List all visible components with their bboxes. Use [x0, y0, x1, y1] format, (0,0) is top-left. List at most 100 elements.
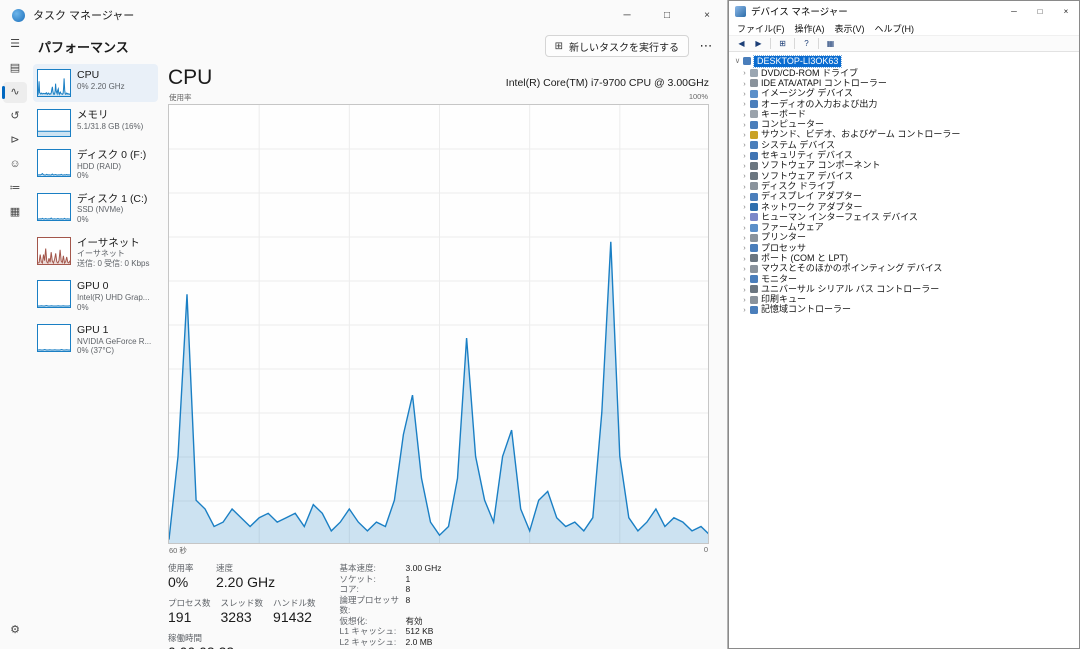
run-new-task-button[interactable]: ⊞ 新しいタスクを実行する [545, 35, 689, 57]
toolbar-scan-hardware-changes-button[interactable]: ▦ [823, 37, 838, 50]
chevron-right-icon[interactable]: › [740, 244, 749, 252]
menu-help[interactable]: ヘルプ(H) [870, 22, 920, 35]
sidebar-item-startup-apps[interactable]: ⊳ [3, 130, 27, 151]
chevron-right-icon[interactable]: › [740, 172, 749, 180]
stat-label: プロセス数 [168, 597, 211, 609]
chevron-right-icon[interactable]: › [740, 255, 749, 263]
maximize-button[interactable]: □ [647, 0, 687, 30]
chevron-right-icon[interactable]: › [740, 224, 749, 232]
sidebar-item-performance[interactable]: ∿ [3, 82, 27, 103]
device-item[interactable]: ›ディスプレイ アダプター [733, 192, 1079, 202]
chevron-right-icon[interactable]: › [740, 296, 749, 304]
device-item[interactable]: ›ファームウェア [733, 222, 1079, 232]
device-item-label: サウンド、ビデオ、およびゲーム コントローラー [761, 130, 960, 139]
sidebar-item-navigation-menu[interactable]: ☰ [3, 34, 27, 55]
app-history-icon: ↺ [10, 111, 19, 122]
chevron-right-icon[interactable]: › [740, 183, 749, 191]
device-tree-root[interactable]: ∨ DESKTOP-LI3OK63 [733, 55, 1079, 67]
cpu-detail-panel: CPU Intel(R) Core(TM) i7-9700 CPU @ 3.00… [160, 62, 727, 649]
perf-item-name: GPU 0 [77, 280, 149, 293]
menu-view[interactable]: 表示(V) [830, 22, 870, 35]
chevron-right-icon[interactable]: › [740, 162, 749, 170]
chevron-right-icon[interactable]: › [740, 214, 749, 222]
sidebar-item-details[interactable]: ≔ [3, 178, 27, 199]
sidebar-item-processes[interactable]: ▤ [3, 58, 27, 79]
device-item-label: IDE ATA/ATAPI コントローラー [761, 79, 887, 88]
chevron-right-icon[interactable]: › [740, 286, 749, 294]
ethernet-sparkline [37, 237, 71, 265]
toolbar-back-button[interactable]: ◀ [734, 37, 749, 50]
chevron-right-icon[interactable]: › [740, 69, 749, 77]
device-item[interactable]: ›キーボード [733, 109, 1079, 119]
device-item[interactable]: ›ソフトウェア コンポーネント [733, 161, 1079, 171]
chevron-down-icon[interactable]: ∨ [733, 57, 742, 65]
disk-1-sparkline [37, 193, 71, 221]
device-item[interactable]: ›ネットワーク アダプター [733, 202, 1079, 212]
device-item[interactable]: ›モニター [733, 274, 1079, 284]
spec-value: 8 [406, 585, 411, 595]
device-item[interactable]: › サウンド、ビデオ、およびゲーム コントローラー [733, 130, 1079, 140]
chevron-right-icon[interactable]: › [740, 90, 749, 98]
chevron-right-icon[interactable]: › [740, 152, 749, 160]
toolbar-separator [818, 38, 819, 49]
perf-item-disk-0[interactable]: ディスク 0 (F:)HDD (RAID)0% [33, 144, 158, 186]
chevron-right-icon[interactable]: › [740, 131, 749, 139]
device-item[interactable]: ›イメージング デバイス [733, 89, 1079, 99]
perf-item-ethernet[interactable]: イーサネットイーサネット送信: 0 受信: 0 Kbps [33, 232, 158, 274]
device-item-label: プリンター [761, 233, 806, 242]
toolbar-forward-button[interactable]: ▶ [751, 37, 766, 50]
device-manager-window: デバイス マネージャー ─ □ × ファイル(F)操作(A)表示(V)ヘルプ(H… [728, 0, 1080, 649]
toolbar-show-console-tree-button[interactable]: ⊞ [775, 37, 790, 50]
sidebar-item-app-history[interactable]: ↺ [3, 106, 27, 127]
device-item[interactable]: ›ソフトウェア デバイス [733, 171, 1079, 181]
chevron-right-icon[interactable]: › [740, 306, 749, 314]
chevron-right-icon[interactable]: › [740, 80, 749, 88]
perf-item-memory[interactable]: メモリ5.1/31.8 GB (16%) [33, 104, 158, 142]
chevron-right-icon[interactable]: › [740, 141, 749, 149]
perf-item-gpu-1[interactable]: GPU 1NVIDIA GeForce R...0% (37°C) [33, 319, 158, 361]
minimize-button[interactable]: ─ [607, 0, 647, 30]
perf-item-cpu[interactable]: CPU0% 2.20 GHz [33, 64, 158, 102]
more-options-button[interactable]: ⋯ [695, 35, 717, 57]
close-button[interactable]: × [687, 0, 727, 30]
device-item-label: プロセッサ [761, 244, 806, 253]
device-item[interactable]: ›マウスとそのほかのポインティング デバイス [733, 264, 1079, 274]
menu-action[interactable]: 操作(A) [790, 22, 830, 35]
device-item[interactable]: › ユニバーサル シリアル バス コントローラー [733, 284, 1079, 294]
close-button[interactable]: × [1053, 1, 1079, 21]
chart-usage-label: 使用率 [169, 92, 192, 103]
device-tree-root-label: DESKTOP-LI3OK63 [754, 56, 841, 67]
device-item[interactable]: ›オーディオの入力および出力 [733, 99, 1079, 109]
chevron-right-icon[interactable]: › [740, 275, 749, 283]
maximize-button[interactable]: □ [1027, 1, 1053, 21]
task-manager-titlebar[interactable]: タスク マネージャー ─ □ × [0, 0, 727, 30]
menu-file[interactable]: ファイル(F) [732, 22, 790, 35]
sidebar-item-users[interactable]: ☺ [3, 154, 27, 175]
ports-com-lpt-icon [750, 254, 758, 262]
sidebar-item-settings[interactable]: ⚙ [3, 620, 27, 641]
device-item[interactable]: ›ヒューマン インターフェイス デバイス [733, 212, 1079, 222]
stat-value: 191 [168, 609, 211, 625]
device-item[interactable]: ›DVD/CD-ROM ドライブ [733, 68, 1079, 78]
chevron-right-icon[interactable]: › [740, 203, 749, 211]
sidebar-item-services[interactable]: ▦ [3, 202, 27, 223]
device-item[interactable]: ›システム デバイス [733, 140, 1079, 150]
perf-item-name: イーサネット [77, 237, 149, 250]
perf-item-disk-1[interactable]: ディスク 1 (C:)SSD (NVMe)0% [33, 188, 158, 230]
chevron-right-icon[interactable]: › [740, 265, 749, 273]
device-item[interactable]: › プロセッサ [733, 243, 1079, 253]
chevron-right-icon[interactable]: › [740, 193, 749, 201]
chevron-right-icon[interactable]: › [740, 100, 749, 108]
perf-item-gpu-0[interactable]: GPU 0Intel(R) UHD Grap...0% [33, 275, 158, 317]
chevron-right-icon[interactable]: › [740, 121, 749, 129]
device-item[interactable]: ›記憶域コントローラー [733, 305, 1079, 315]
device-item[interactable]: › プリンター [733, 233, 1079, 243]
chevron-right-icon[interactable]: › [740, 234, 749, 242]
device-item-label: ユニバーサル シリアル バス コントローラー [761, 285, 939, 294]
minimize-button[interactable]: ─ [1001, 1, 1027, 21]
toolbar-help-button[interactable]: ? [799, 37, 814, 50]
processor-icon [750, 244, 758, 252]
device-item[interactable]: ›セキュリティ デバイス [733, 150, 1079, 160]
device-manager-titlebar[interactable]: デバイス マネージャー ─ □ × [729, 1, 1079, 21]
chevron-right-icon[interactable]: › [740, 111, 749, 119]
